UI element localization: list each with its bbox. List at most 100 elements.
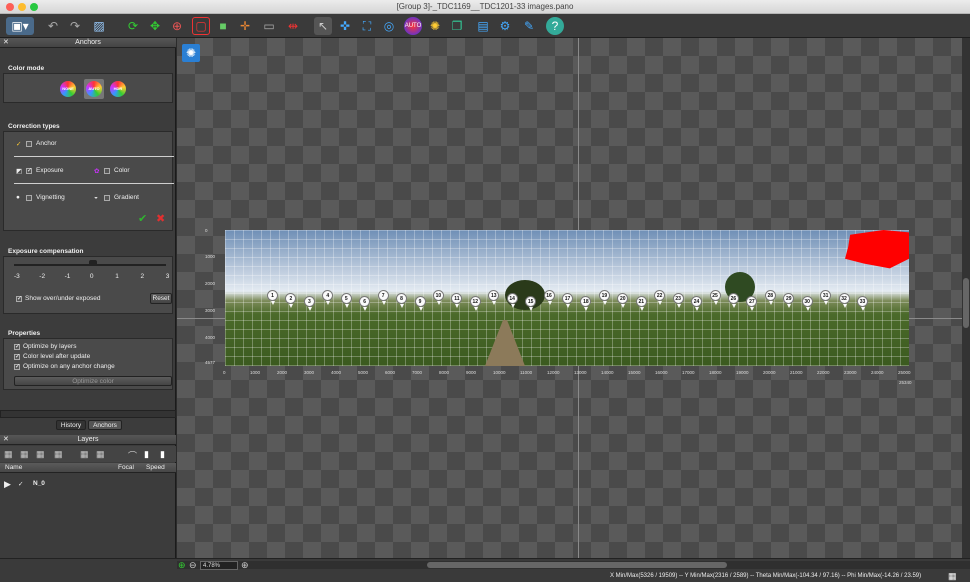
anchor-pin[interactable]: 1 xyxy=(267,290,278,305)
tab-history[interactable]: History xyxy=(56,420,86,430)
color-label: Color xyxy=(114,167,130,174)
view-multi-icon[interactable]: ▮ xyxy=(160,449,165,460)
anchor-pin[interactable]: 30 xyxy=(801,296,813,311)
anchor-pin[interactable]: 21 xyxy=(635,296,647,311)
panel-scrollbar[interactable] xyxy=(0,410,176,418)
color-mode-none-button[interactable]: NONE xyxy=(60,81,76,97)
anchor-pin[interactable]: 25 xyxy=(709,290,721,305)
anchor-pin[interactable]: 28 xyxy=(764,290,776,305)
help-icon[interactable]: ? xyxy=(546,17,564,35)
grid-view-icon[interactable]: ▦ xyxy=(948,571,957,582)
anchor-pin[interactable]: 19 xyxy=(598,290,610,305)
anchor-pin[interactable]: 14 xyxy=(506,293,518,308)
crop-icon[interactable]: ▢ xyxy=(192,17,210,35)
move-down-icon[interactable]: ▦ xyxy=(96,449,105,460)
color-mode-hdr-button[interactable]: HDR xyxy=(110,81,126,97)
canvas-options-icon[interactable]: ✺ xyxy=(182,44,200,62)
anchor-pin[interactable]: 8 xyxy=(396,293,408,308)
settings-gear-icon[interactable]: ⚙ xyxy=(496,17,514,35)
optimize-by-layers-checkbox[interactable]: ✓ xyxy=(14,344,20,350)
scrollbar-thumb[interactable] xyxy=(963,278,969,328)
redo-icon[interactable]: ↷ xyxy=(66,17,84,35)
anchor-pin[interactable]: 9 xyxy=(414,296,426,311)
color-checkbox[interactable] xyxy=(104,168,110,174)
split-icon[interactable]: ⇹ xyxy=(284,17,302,35)
undo-icon[interactable]: ↶ xyxy=(44,17,62,35)
view-single-icon[interactable]: ▮ xyxy=(144,449,149,460)
expand-triangle-icon[interactable]: ▶ xyxy=(4,479,11,490)
panel-close-icon[interactable]: ✕ xyxy=(3,435,9,445)
cancel-cross-icon[interactable]: ✖ xyxy=(156,212,165,225)
column-speed[interactable]: Speed xyxy=(146,464,165,471)
rotate-icon[interactable]: ⟳ xyxy=(124,17,142,35)
exposure-tick-label: 0 xyxy=(89,273,94,280)
crosshair-move-icon[interactable]: ✥ xyxy=(146,17,164,35)
render-icon[interactable]: ▤ xyxy=(474,17,492,35)
panorama-canvas[interactable]: ✺ 1 2 3 4 5 6 7 8 9 10 11 12 13 14 15 16 17 18 19 20 21 22 23 2… xyxy=(177,38,970,558)
column-name[interactable]: Name xyxy=(5,464,22,471)
horizon-icon[interactable]: ⊕ xyxy=(168,17,186,35)
anchor-pin[interactable]: 32 xyxy=(838,293,850,308)
zoom-tool-icon[interactable]: ⛶ xyxy=(358,17,376,35)
preview-image-icon[interactable]: ▨ xyxy=(90,17,108,35)
apply-check-icon[interactable]: ✔ xyxy=(138,212,147,225)
column-focal[interactable]: Focal xyxy=(118,464,134,471)
color-level-checkbox[interactable]: ✓ xyxy=(14,354,20,360)
horizontal-scrollbar[interactable] xyxy=(177,561,970,569)
zoom-out-icon[interactable]: ⊖ xyxy=(189,560,197,571)
anchor-pin[interactable]: 12 xyxy=(469,296,481,311)
layers-stack-icon[interactable]: ❐ xyxy=(448,17,466,35)
anchor-pin[interactable]: 17 xyxy=(562,293,573,308)
reset-button[interactable]: Reset xyxy=(150,293,172,304)
canvas-vertical-scrollbar[interactable] xyxy=(962,38,970,558)
target-tool-icon[interactable]: ◎ xyxy=(380,17,398,35)
scrollbar-thumb[interactable] xyxy=(427,562,727,568)
show-over-under-checkbox[interactable]: ✓ xyxy=(16,296,22,302)
anchor-pin[interactable]: 23 xyxy=(672,293,684,308)
pointer-tool-icon[interactable]: ↖ xyxy=(314,17,332,35)
anchor-pin[interactable]: 5 xyxy=(340,293,352,308)
curve-icon[interactable]: ⌒ xyxy=(128,449,137,462)
anchor-pin[interactable]: 33 xyxy=(857,296,868,311)
wrench-icon[interactable]: ✎ xyxy=(520,17,538,35)
duplicate-layer-icon[interactable]: ▦ xyxy=(20,449,29,460)
panel-close-icon[interactable]: ✕ xyxy=(3,38,9,48)
y-tick-label: 1000 xyxy=(205,254,216,259)
exposure-slider-handle[interactable] xyxy=(89,260,97,266)
auto-color-icon[interactable]: AUTO xyxy=(404,17,422,35)
x-tick-label: 18000 xyxy=(709,370,722,375)
optimize-any-checkbox[interactable]: ✓ xyxy=(14,364,20,370)
anchor-pin[interactable]: 16 xyxy=(543,290,555,305)
zoom-in-icon[interactable]: ⊕ xyxy=(178,560,186,571)
control-points-icon[interactable]: ✛ xyxy=(236,17,254,35)
move-up-icon[interactable]: ▦ xyxy=(80,449,89,460)
vignetting-checkbox[interactable] xyxy=(26,195,32,201)
pan-tool-icon[interactable]: ✜ xyxy=(336,17,354,35)
color-mode-auto-button[interactable]: AUTO xyxy=(86,81,102,97)
anchor-pin[interactable]: 10 xyxy=(432,290,444,305)
anchor-checkbox[interactable] xyxy=(26,141,32,147)
add-layer-icon[interactable]: ▦ xyxy=(4,449,13,460)
anchor-pin[interactable]: 24 xyxy=(691,296,703,311)
optimize-color-button[interactable]: Optimize color xyxy=(14,376,172,386)
zoom-level-field[interactable]: 4.78% xyxy=(200,561,238,570)
anchor-pin[interactable]: 7 xyxy=(377,290,389,305)
layout-menu-icon[interactable]: ▣▾ xyxy=(6,17,34,35)
exposure-checkbox[interactable]: ✓ xyxy=(26,168,32,174)
mask-icon[interactable]: ■ xyxy=(214,17,232,35)
tab-anchors[interactable]: Anchors xyxy=(88,420,122,430)
x-axis-end-label: 25340 xyxy=(899,380,912,385)
gradient-checkbox[interactable] xyxy=(104,195,110,201)
zoom-plus-icon[interactable]: ⊕ xyxy=(241,560,249,571)
layer-visible-check-icon[interactable]: ✓ xyxy=(18,480,23,488)
table-row[interactable]: ▶ ✓ N_0 xyxy=(0,478,176,490)
delete-layer-icon[interactable]: ▦ xyxy=(54,449,63,460)
palette-icon[interactable]: ✺ xyxy=(426,17,444,35)
panorama-image[interactable]: 1 2 3 4 5 6 7 8 9 10 11 12 13 14 15 16 17 18 19 20 21 22 23 24 2… xyxy=(225,230,909,366)
ruler-icon[interactable]: ▭ xyxy=(260,17,278,35)
anchor-pin[interactable]: 3 xyxy=(303,296,315,311)
anchor-pin[interactable]: 26 xyxy=(727,293,739,308)
exposure-tick-label: -1 xyxy=(64,273,71,280)
merge-layer-icon[interactable]: ▦ xyxy=(36,449,45,460)
x-tick-label: 19000 xyxy=(736,370,749,375)
